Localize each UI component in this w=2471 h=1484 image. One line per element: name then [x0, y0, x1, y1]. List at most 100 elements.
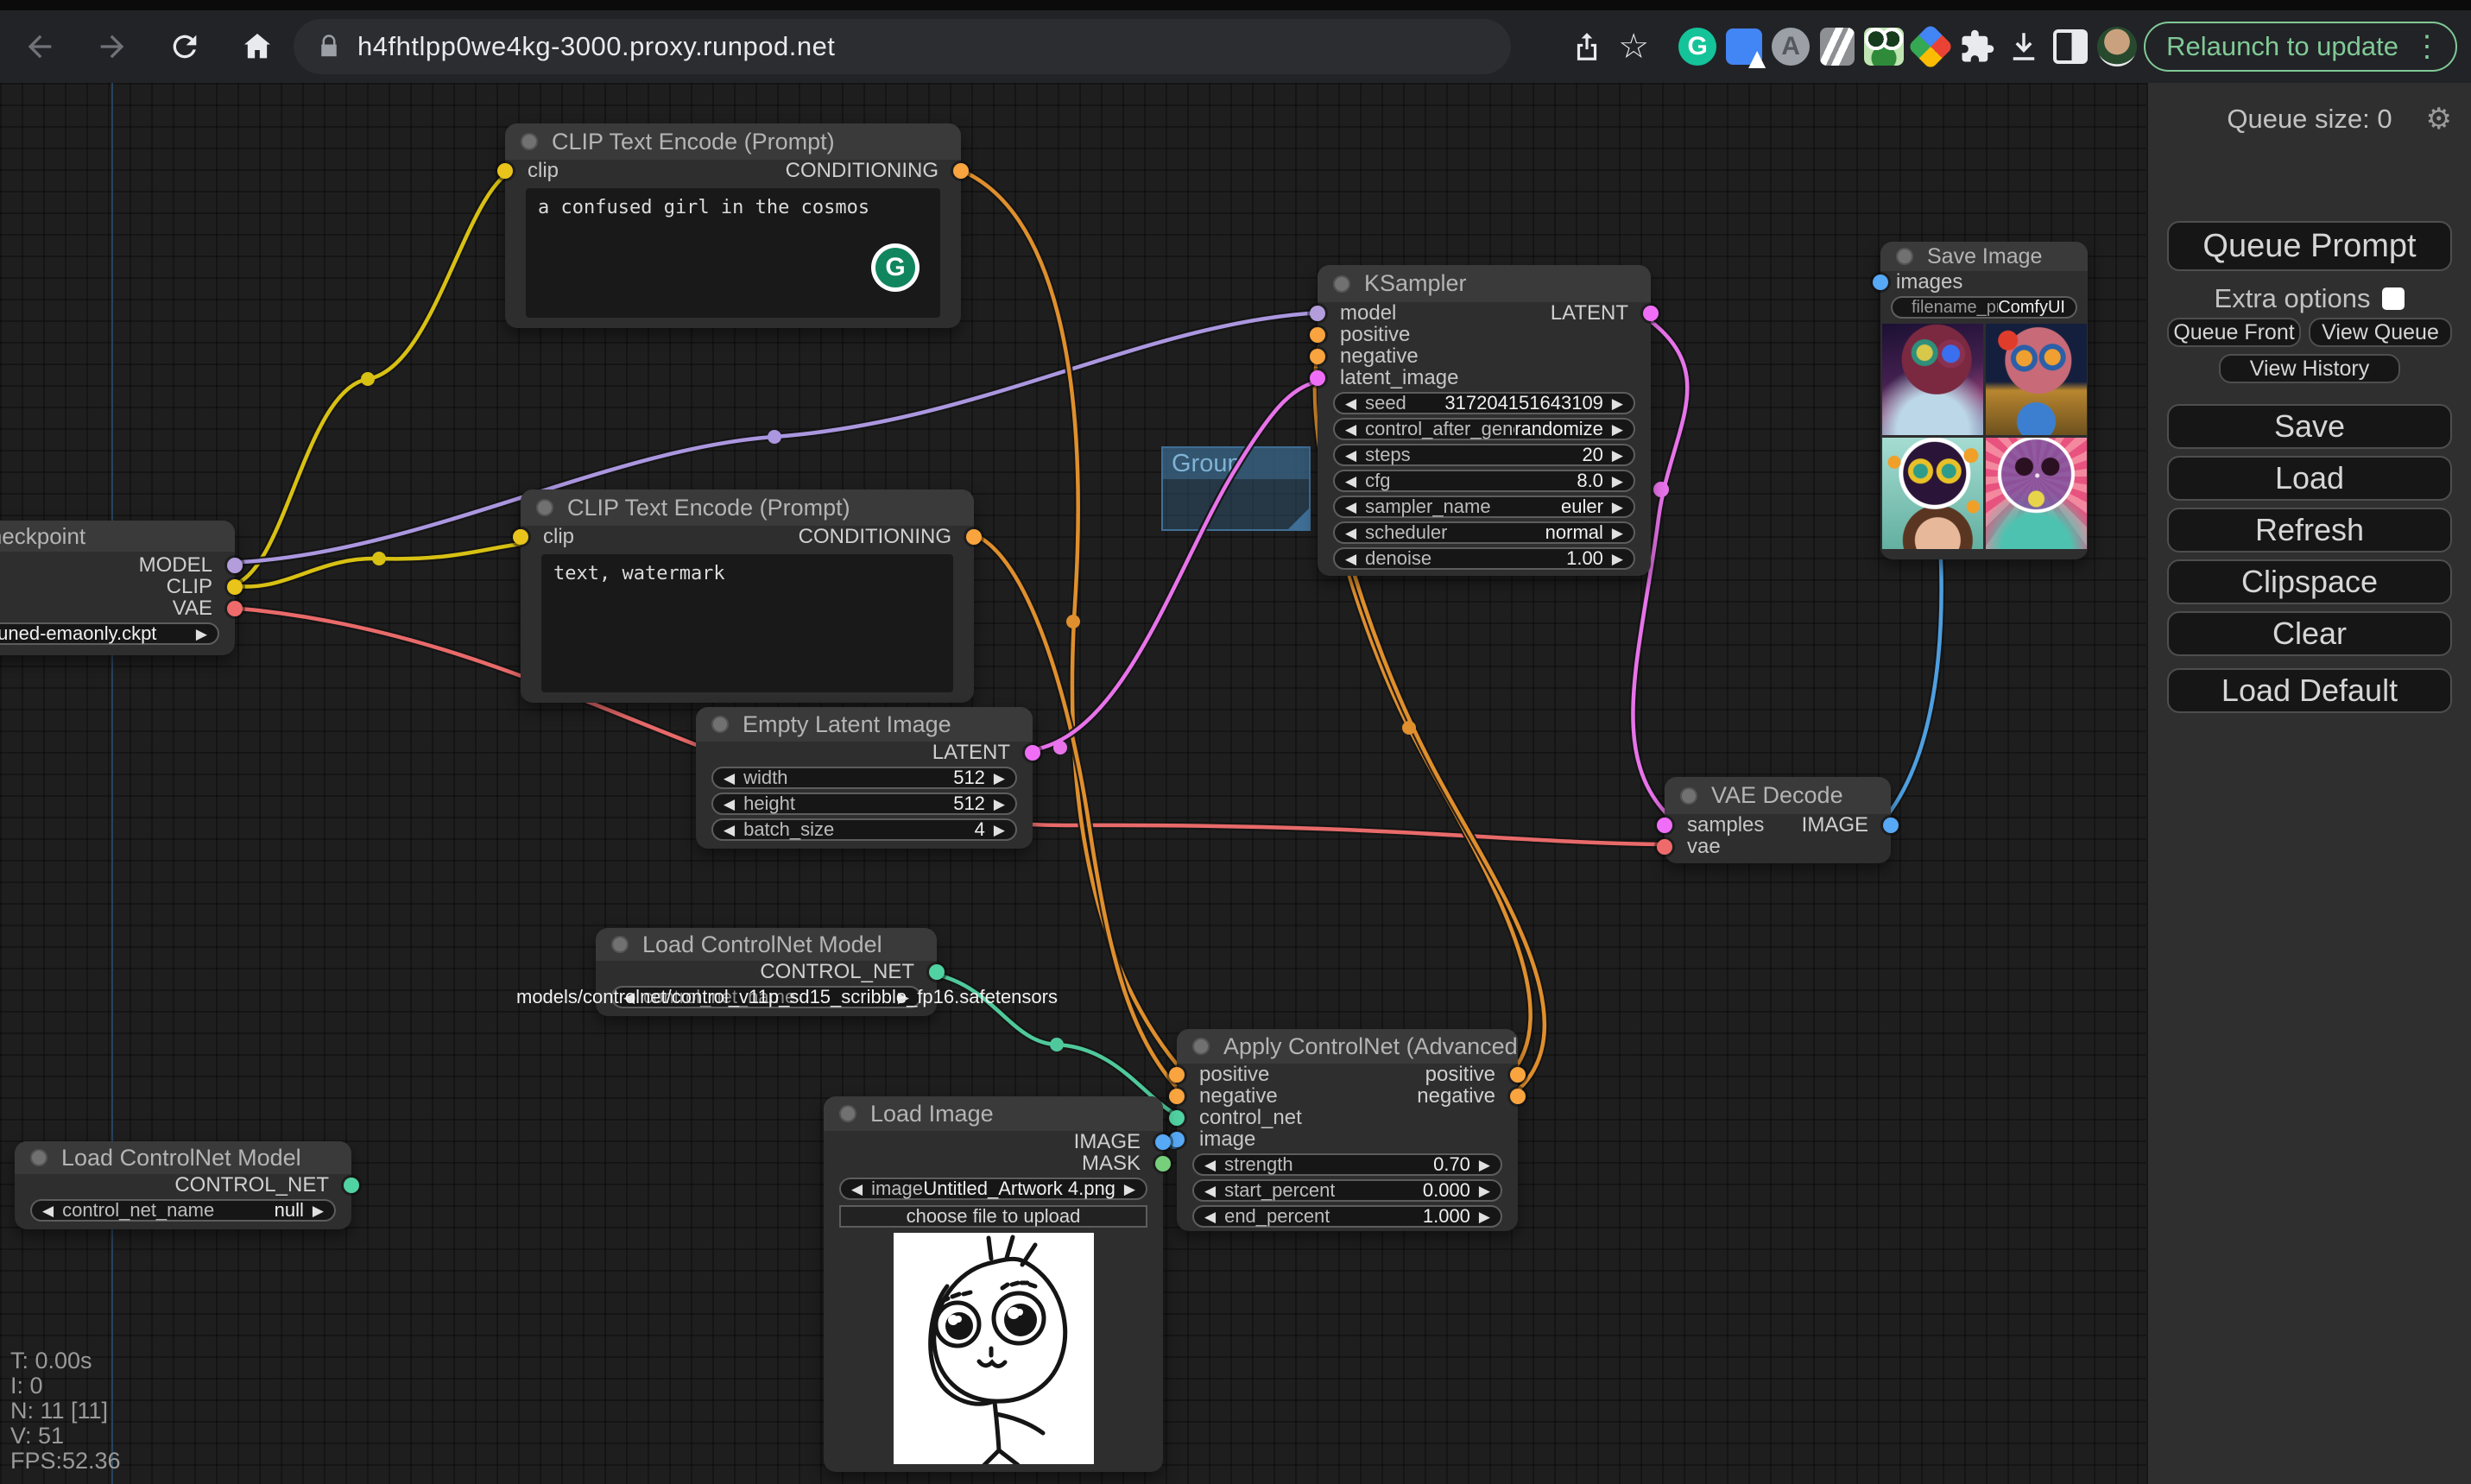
lightning-extension-icon[interactable]	[1817, 27, 1857, 66]
decrement-arrow-icon[interactable]: ◀	[851, 1182, 863, 1197]
extra-options-checkbox[interactable]	[2382, 287, 2405, 310]
widget-image-select[interactable]: ◀ image Untitled_Artwork 4.png ▶	[839, 1178, 1147, 1200]
browser-menu-kebab-icon[interactable]: ⋮	[2407, 29, 2447, 64]
widget-denoise[interactable]: ◀ denoise 1.00 ▶	[1333, 547, 1635, 570]
node-collapse-dot[interactable]	[30, 1149, 47, 1166]
widget-scheduler[interactable]: ◀ scheduler normal ▶	[1333, 521, 1635, 544]
generated-image-4[interactable]	[1986, 438, 2087, 549]
widget-batch-size[interactable]: ◀ batch_size 4 ▶	[711, 818, 1017, 841]
generated-image-1[interactable]	[1882, 324, 1983, 435]
node-vae-decode[interactable]: VAE Decode samples IMAGE vae	[1665, 777, 1891, 863]
input-port-model[interactable]	[1310, 306, 1325, 321]
decrement-arrow-icon[interactable]: ◀	[1345, 422, 1356, 437]
widget-end-percent[interactable]: ◀ end_percent 1.000 ▶	[1192, 1205, 1502, 1228]
loaded-image-preview[interactable]	[894, 1233, 1094, 1464]
increment-arrow-icon[interactable]: ▶	[1124, 1182, 1135, 1197]
output-port-vae[interactable]	[227, 601, 243, 616]
decrement-arrow-icon[interactable]: ◀	[623, 990, 635, 1005]
widget-ckpt-name[interactable]: v1-5-pruned-emaonly.ckpt ▶	[0, 622, 219, 645]
clear-button[interactable]: Clear	[2167, 611, 2452, 656]
input-port-images[interactable]	[1873, 275, 1888, 290]
node-collapse-dot[interactable]	[711, 716, 729, 733]
decrement-arrow-icon[interactable]: ◀	[1345, 500, 1356, 515]
save-button[interactable]: Save	[2167, 404, 2452, 449]
forward-icon[interactable]	[88, 22, 136, 71]
input-port-negative[interactable]	[1310, 349, 1325, 364]
output-port-clip[interactable]	[227, 579, 243, 595]
increment-arrow-icon[interactable]: ▶	[1612, 552, 1623, 566]
translate-extension-icon[interactable]	[1724, 27, 1764, 66]
widget-seed[interactable]: ◀ seed 317204151643109 ▶	[1333, 392, 1635, 414]
node-ksampler[interactable]: KSampler model LATENT positive negative …	[1318, 265, 1651, 576]
node-empty-latent-image[interactable]: Empty Latent Image LATENT ◀ width 512 ▶ …	[696, 707, 1033, 849]
node-collapse-dot[interactable]	[536, 499, 553, 516]
group-resize-handle[interactable]	[1288, 508, 1309, 529]
diamond-extension-icon[interactable]	[1911, 27, 1950, 66]
grammarly-badge-icon[interactable]: G	[871, 243, 920, 292]
choose-file-upload-button[interactable]: choose file to upload	[839, 1205, 1147, 1228]
clipspace-button[interactable]: Clipspace	[2167, 559, 2452, 604]
output-port-conditioning[interactable]	[966, 529, 982, 545]
view-history-button[interactable]: View History	[2219, 354, 2400, 383]
output-port-image[interactable]	[1883, 818, 1899, 833]
decrement-arrow-icon[interactable]: ◀	[1204, 1158, 1216, 1172]
increment-arrow-icon[interactable]: ▶	[1612, 422, 1623, 437]
output-port-latent[interactable]	[1643, 306, 1659, 321]
output-port-model[interactable]	[227, 558, 243, 573]
load-default-button[interactable]: Load Default	[2167, 668, 2452, 713]
node-load-checkpoint[interactable]: Load Checkpoint MODEL CLIP VAE v1-5-prun…	[0, 521, 235, 655]
increment-arrow-icon[interactable]: ▶	[313, 1203, 324, 1218]
node-clip-text-encode-positive[interactable]: CLIP Text Encode (Prompt) clip CONDITION…	[505, 123, 961, 328]
widget-filename-prefix[interactable]: filename_prefix ComfyUI	[1891, 296, 2077, 319]
increment-arrow-icon[interactable]: ▶	[1612, 474, 1623, 489]
arc-extension-icon[interactable]: A	[1771, 27, 1811, 66]
output-port-control-net[interactable]	[929, 964, 945, 980]
decrement-arrow-icon[interactable]: ◀	[724, 823, 735, 837]
widget-height[interactable]: ◀ height 512 ▶	[711, 793, 1017, 815]
node-collapse-dot[interactable]	[1333, 275, 1350, 293]
profile-avatar[interactable]	[2097, 27, 2137, 66]
frog-extension-icon[interactable]	[1864, 27, 1904, 66]
home-icon[interactable]	[233, 22, 281, 71]
back-icon[interactable]	[16, 22, 64, 71]
input-port-image[interactable]	[1169, 1132, 1185, 1147]
decrement-arrow-icon[interactable]: ◀	[724, 797, 735, 811]
decrement-arrow-icon[interactable]: ◀	[1345, 526, 1356, 540]
decrement-arrow-icon[interactable]: ◀	[1204, 1209, 1216, 1224]
node-collapse-dot[interactable]	[1896, 248, 1913, 265]
input-port-negative[interactable]	[1169, 1089, 1185, 1104]
decrement-arrow-icon[interactable]: ◀	[1345, 448, 1356, 463]
input-port-control-net[interactable]	[1169, 1110, 1185, 1126]
node-collapse-dot[interactable]	[1680, 787, 1697, 805]
share-icon[interactable]	[1567, 27, 1607, 66]
increment-arrow-icon[interactable]: ▶	[1479, 1158, 1490, 1172]
puzzle-extensions-icon[interactable]	[1957, 27, 1997, 66]
decrement-arrow-icon[interactable]: ◀	[1345, 396, 1356, 411]
input-port-positive[interactable]	[1169, 1067, 1185, 1083]
input-port-positive[interactable]	[1310, 327, 1325, 343]
queue-prompt-button[interactable]: Queue Prompt	[2167, 221, 2452, 271]
node-collapse-dot[interactable]	[839, 1105, 856, 1122]
input-port-vae[interactable]	[1657, 839, 1672, 855]
refresh-button[interactable]: Refresh	[2167, 508, 2452, 553]
increment-arrow-icon[interactable]: ▶	[1479, 1209, 1490, 1224]
node-collapse-dot[interactable]	[521, 133, 538, 150]
node-save-image[interactable]: Save Image images filename_prefix ComfyU…	[1880, 242, 2088, 559]
output-port-image[interactable]	[1155, 1134, 1171, 1150]
decrement-arrow-icon[interactable]: ◀	[1345, 474, 1356, 489]
widget-control-net-name[interactable]: ◀ control_net_name null ▶	[30, 1199, 336, 1222]
output-port-control-net[interactable]	[344, 1178, 359, 1193]
node-apply-controlnet-advanced[interactable]: Apply ControlNet (Advanced) positive pos…	[1177, 1029, 1518, 1231]
widget-steps[interactable]: ◀ steps 20 ▶	[1333, 444, 1635, 466]
widget-control-after-generate[interactable]: ◀ control_after_generate randomize ▶	[1333, 418, 1635, 440]
decrement-arrow-icon[interactable]: ◀	[42, 1203, 54, 1218]
address-bar[interactable]: h4fhtlpp0we4kg-3000.proxy.runpod.net	[294, 19, 1511, 74]
queue-front-button[interactable]: Queue Front	[2167, 318, 2301, 347]
input-port-samples[interactable]	[1657, 818, 1672, 833]
input-port-clip[interactable]	[497, 163, 513, 179]
downloads-icon[interactable]	[2004, 27, 2044, 66]
output-port-conditioning[interactable]	[953, 163, 969, 179]
grammarly-extension-icon[interactable]: G	[1678, 27, 1717, 66]
node-clip-text-encode-negative[interactable]: CLIP Text Encode (Prompt) clip CONDITION…	[521, 489, 974, 703]
relaunch-to-update-button[interactable]: Relaunch to update ⋮	[2144, 22, 2457, 72]
